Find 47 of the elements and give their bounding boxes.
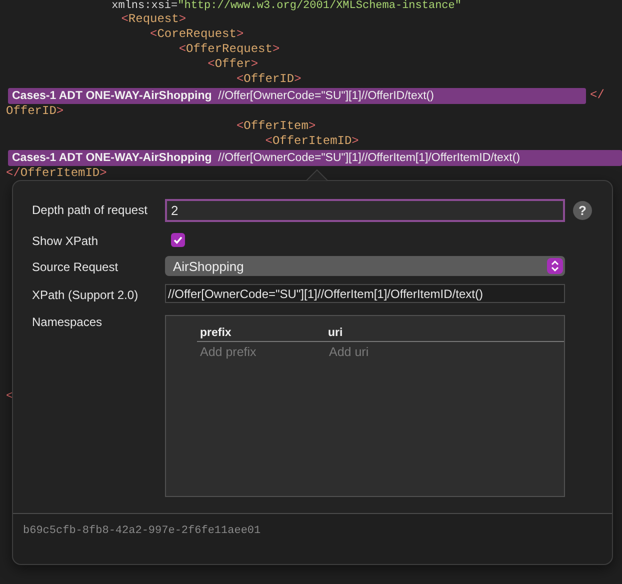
attribute-name: xmlns:xsi= (110, 0, 178, 12)
column-header: prefix (199, 327, 232, 339)
attribute-value: "http://www.w3.org/2001/XMLSchema-instance" (178, 0, 462, 12)
column-header: uri (327, 327, 343, 339)
field-label: Depth path of request (32, 202, 148, 217)
table-input-field[interactable]: Add prefix (198, 344, 327, 360)
tag-bracket: </ (590, 87, 604, 104)
tag-name: Request (128, 12, 179, 26)
tag-bracket: < (235, 72, 244, 86)
tag-name: OfferRequest (186, 42, 272, 56)
field-label: Namespaces (32, 314, 104, 329)
tag-name: OfferItemID (20, 166, 100, 180)
tag-bracket: </ (6, 166, 20, 180)
source-request-dropdown[interactable]: AirShopping (165, 256, 565, 276)
xpath-annotation[interactable]: Cases-1 ADT ONE-WAY-AirShopping //Offer[OwnerCode="SU"][1]//OfferItem[1]/OfferItemID/text() (8, 150, 622, 166)
field-label: XPath (Support 2.0) (32, 287, 140, 302)
field-label: Show XPath (32, 233, 100, 248)
tag-bracket: < (178, 42, 186, 56)
checkbox[interactable] (171, 233, 185, 247)
tag-bracket: < (264, 134, 272, 148)
tag-name: OfferID (244, 72, 294, 86)
xpath-annotation[interactable]: Cases-1 ADT ONE-WAY-AirShopping //Offer[OwnerCode="SU"][1]//OfferID/text() (8, 88, 586, 104)
tag-bracket: > (294, 72, 302, 86)
tag-bracket: > (100, 166, 107, 180)
stepper-icon (547, 258, 563, 274)
help-button[interactable]: ? (573, 201, 592, 220)
tag-name: CoreRequest (157, 27, 236, 41)
tag-name: OfferID (6, 104, 56, 118)
tag-bracket: < (120, 12, 128, 26)
tag-name: OfferItem (244, 119, 308, 133)
tag-bracket: > (272, 42, 280, 56)
tag-bracket: < (206, 57, 215, 71)
xpath-input-field[interactable]: //Offer[OwnerCode="SU"][1]//OfferItem[1]/OfferItemID/text() (165, 284, 565, 303)
tag-bracket: > (236, 27, 244, 41)
tag-name: Offer (214, 57, 251, 71)
depth-input-field[interactable]: 2 (165, 199, 565, 222)
tag-name: OfferItemID (272, 134, 352, 148)
field-label: Source Request (32, 259, 120, 274)
identifier-text: b69c5cfb-8fb8-42a2-997e-2f6fe11aee01 (23, 525, 261, 537)
tag-bracket: > (308, 119, 316, 133)
tag-bracket: > (352, 134, 359, 148)
tag-bracket: > (56, 104, 64, 118)
table-input-field[interactable]: Add uri (327, 344, 456, 360)
tag-bracket: > (250, 57, 258, 71)
tag-bracket: < (235, 119, 244, 133)
tag-bracket: > (178, 12, 186, 26)
tag-bracket: < (149, 27, 158, 41)
